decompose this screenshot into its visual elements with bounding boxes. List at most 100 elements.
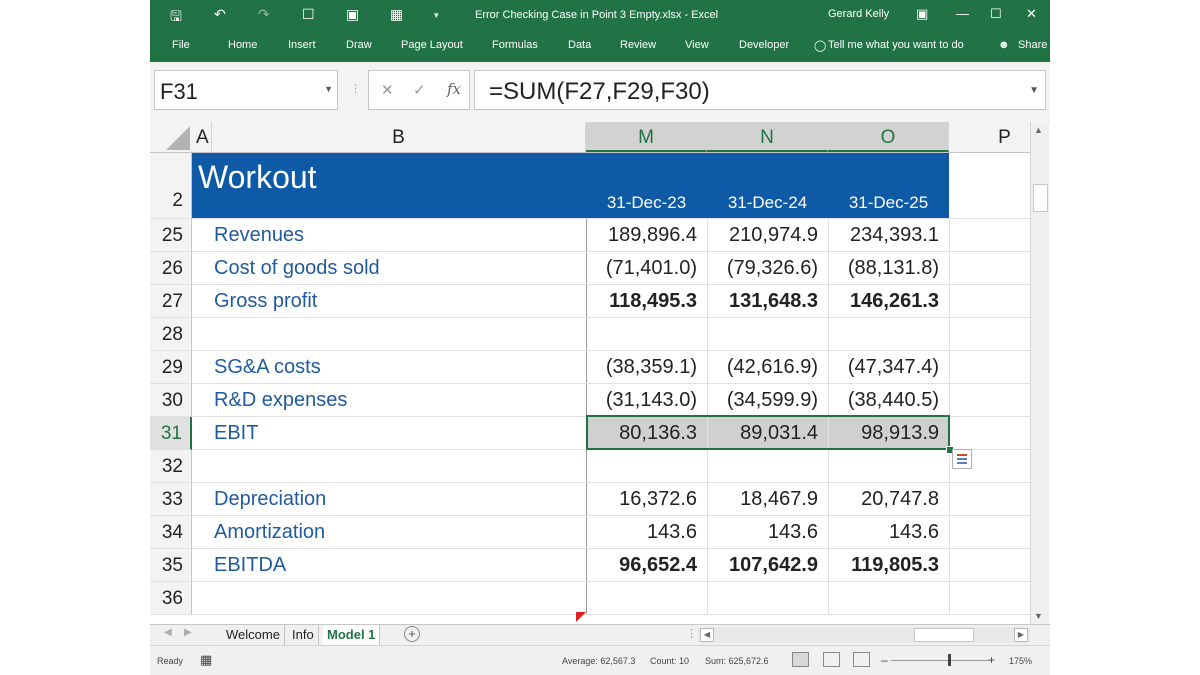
- value-cell[interactable]: 107,642.9: [707, 549, 828, 581]
- tab-draw[interactable]: Draw: [346, 39, 372, 51]
- insert-function-icon[interactable]: fx: [447, 80, 461, 98]
- value-cell[interactable]: 18,467.9: [707, 483, 828, 515]
- row-header[interactable]: 36: [150, 582, 192, 615]
- row-label[interactable]: [214, 450, 574, 482]
- value-cell[interactable]: (31,143.0): [586, 384, 707, 416]
- value-cell[interactable]: 146,261.3: [828, 285, 949, 317]
- close-icon[interactable]: ✕: [1026, 6, 1037, 22]
- row-label[interactable]: EBIT: [214, 417, 574, 449]
- scroll-right-icon[interactable]: ▶: [1014, 628, 1028, 642]
- status-average[interactable]: Average: 62,567.3: [562, 656, 635, 666]
- row-header[interactable]: 27: [150, 285, 192, 318]
- zoom-out-icon[interactable]: –: [881, 653, 888, 667]
- zoom-slider[interactable]: [891, 660, 989, 661]
- value-cell[interactable]: [707, 450, 828, 482]
- value-cell[interactable]: (38,359.1): [586, 351, 707, 383]
- tab-formulas[interactable]: Formulas: [492, 39, 538, 51]
- next-sheet-icon[interactable]: ▶: [184, 627, 192, 638]
- add-sheet-icon[interactable]: +: [404, 626, 420, 642]
- value-cell[interactable]: 189,896.4: [586, 219, 707, 251]
- cancel-icon[interactable]: ✕: [381, 81, 394, 99]
- column-header-n[interactable]: N: [707, 122, 828, 152]
- tab-developer[interactable]: Developer: [739, 39, 789, 51]
- share-button[interactable]: Share: [1018, 39, 1047, 51]
- column-header-p[interactable]: P: [949, 122, 1030, 152]
- sheet-tab-welcome[interactable]: Welcome: [222, 625, 285, 645]
- row-header[interactable]: 29: [150, 351, 192, 384]
- camera-icon[interactable]: ▣: [346, 6, 359, 23]
- enter-check-icon[interactable]: ✓: [413, 81, 426, 99]
- page-break-view-icon[interactable]: [853, 652, 870, 667]
- calculator-icon[interactable]: ▦: [390, 6, 403, 23]
- row-header[interactable]: 34: [150, 516, 192, 549]
- vertical-scrollbar[interactable]: ▲ ▼: [1030, 122, 1049, 624]
- scroll-up-icon[interactable]: ▲: [1034, 125, 1043, 135]
- page-layout-view-icon[interactable]: [823, 652, 840, 667]
- touch-mode-icon[interactable]: ☐: [302, 6, 315, 23]
- select-all-corner[interactable]: [150, 122, 192, 152]
- row-header[interactable]: 35: [150, 549, 192, 582]
- vertical-scroll-thumb[interactable]: [1033, 184, 1048, 212]
- tab-page-layout[interactable]: Page Layout: [401, 39, 463, 51]
- tab-file[interactable]: File: [172, 39, 190, 51]
- minimize-icon[interactable]: —: [956, 6, 969, 21]
- row-label[interactable]: Gross profit: [214, 285, 574, 317]
- row-label[interactable]: [214, 582, 574, 614]
- column-header-a[interactable]: A: [192, 122, 212, 152]
- value-cell[interactable]: 20,747.8: [828, 483, 949, 515]
- value-cell[interactable]: (34,599.9): [707, 384, 828, 416]
- value-cell[interactable]: 131,648.3: [707, 285, 828, 317]
- undo-icon[interactable]: ↶: [214, 6, 226, 23]
- formula-input[interactable]: =SUM(F27,F29,F30) ▼: [474, 70, 1046, 110]
- row-header[interactable]: 26: [150, 252, 192, 285]
- zoom-level[interactable]: 175%: [1009, 656, 1032, 666]
- value-cell[interactable]: (42,616.9): [707, 351, 828, 383]
- prev-sheet-icon[interactable]: ◀: [164, 627, 172, 638]
- normal-view-icon[interactable]: [792, 652, 809, 667]
- user-name[interactable]: Gerard Kelly: [828, 8, 889, 20]
- column-header-m[interactable]: M: [586, 122, 707, 152]
- tab-insert[interactable]: Insert: [288, 39, 316, 51]
- value-cell[interactable]: 98,913.9: [828, 417, 949, 449]
- horizontal-scrollbar[interactable]: ◀ ▶: [698, 627, 1030, 643]
- value-cell[interactable]: (71,401.0): [586, 252, 707, 284]
- status-count[interactable]: Count: 10: [650, 656, 689, 666]
- value-cell[interactable]: [828, 318, 949, 350]
- tab-data[interactable]: Data: [568, 39, 591, 51]
- row-header[interactable]: 31: [150, 417, 192, 450]
- row-header[interactable]: 32: [150, 450, 192, 483]
- value-cell[interactable]: 119,805.3: [828, 549, 949, 581]
- customize-toolbar-icon[interactable]: ▾: [434, 10, 439, 21]
- row-label[interactable]: [214, 318, 574, 350]
- tab-home[interactable]: Home: [228, 39, 257, 51]
- save-icon[interactable]: 🖫: [170, 6, 182, 30]
- value-cell[interactable]: 89,031.4: [707, 417, 828, 449]
- horizontal-scroll-thumb[interactable]: [914, 628, 974, 642]
- value-cell[interactable]: [707, 582, 828, 614]
- row-label[interactable]: EBITDA: [214, 549, 574, 581]
- row-label[interactable]: Revenues: [214, 219, 574, 251]
- sheet-tab-model-1[interactable]: Model 1: [323, 625, 381, 647]
- row-header[interactable]: 30: [150, 384, 192, 417]
- column-header-o[interactable]: O: [828, 122, 949, 152]
- value-cell[interactable]: [828, 450, 949, 482]
- value-cell[interactable]: 118,495.3: [586, 285, 707, 317]
- row-label[interactable]: Cost of goods sold: [214, 252, 574, 284]
- row-label[interactable]: R&D expenses: [214, 384, 574, 416]
- value-cell[interactable]: 96,652.4: [586, 549, 707, 581]
- value-cell[interactable]: 80,136.3: [586, 417, 707, 449]
- value-cell[interactable]: [828, 582, 949, 614]
- value-cell[interactable]: [586, 450, 707, 482]
- value-cell[interactable]: [707, 318, 828, 350]
- zoom-in-icon[interactable]: +: [988, 653, 995, 667]
- value-cell[interactable]: [586, 582, 707, 614]
- name-box[interactable]: F31 ▼: [154, 70, 338, 110]
- value-cell[interactable]: 16,372.6: [586, 483, 707, 515]
- sheet-tab-info[interactable]: Info: [288, 625, 319, 645]
- row-label[interactable]: Depreciation: [214, 483, 574, 515]
- row-header-2[interactable]: 2: [150, 153, 192, 219]
- worksheet-grid[interactable]: A B M N O P 2 Workout 31-Dec-23 31-Dec-2…: [150, 122, 1030, 624]
- row-header[interactable]: 25: [150, 219, 192, 252]
- tell-me-search[interactable]: Tell me what you want to do: [828, 39, 964, 51]
- row-header[interactable]: 28: [150, 318, 192, 351]
